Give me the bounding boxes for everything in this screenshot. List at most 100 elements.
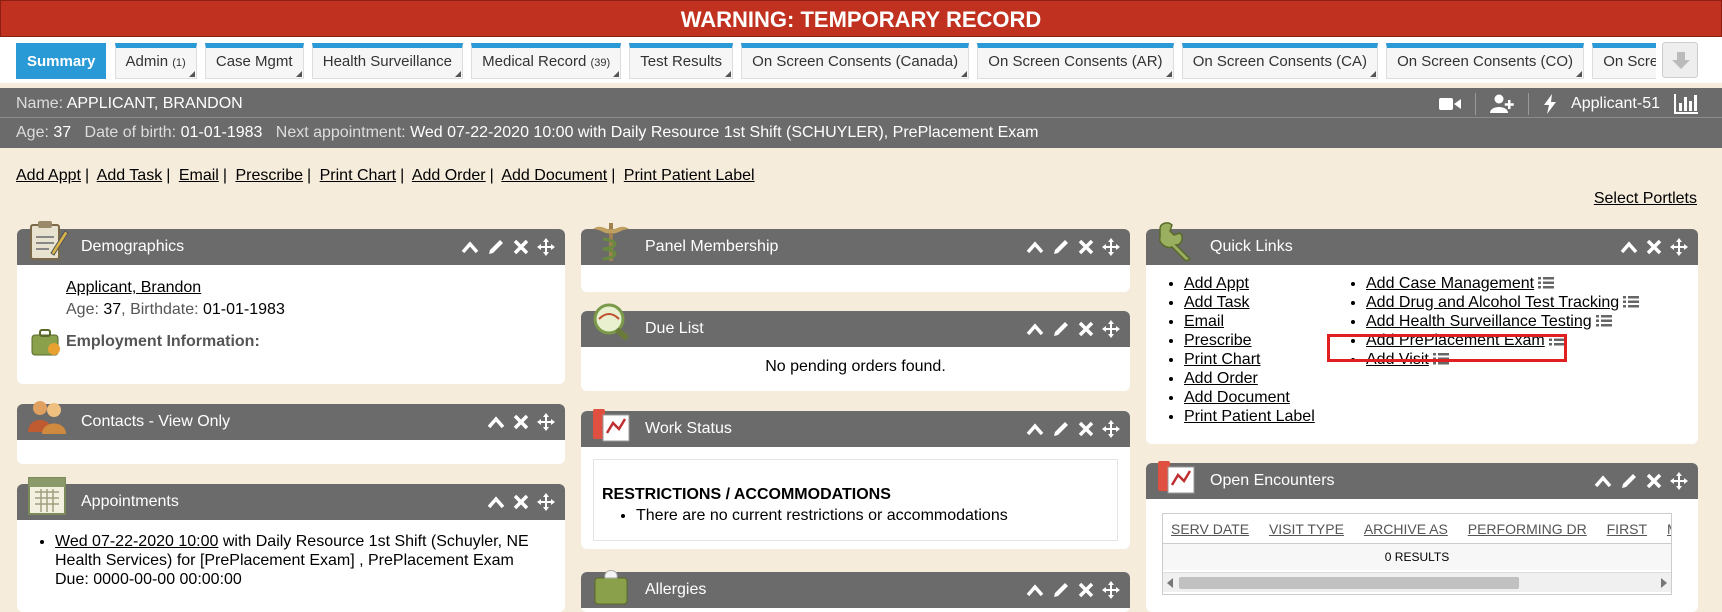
close-icon[interactable]: [1646, 473, 1662, 489]
col-serv-date[interactable]: SERV DATE: [1171, 521, 1249, 537]
close-icon[interactable]: [513, 414, 529, 430]
bar-chart-icon[interactable]: [1674, 94, 1698, 114]
work-status-portlet: Work Status RESTRICTIONS / ACCOMMODATION…: [581, 409, 1130, 549]
portlet-header: Demographics: [17, 221, 565, 265]
video-camera-icon[interactable]: [1439, 96, 1462, 112]
ql-add-case-management[interactable]: Add Case Management: [1366, 275, 1534, 292]
collapse-icon[interactable]: [1026, 583, 1044, 597]
collapse-icon[interactable]: [1620, 240, 1638, 254]
move-icon[interactable]: [1102, 238, 1120, 256]
add-document-link[interactable]: Add Document: [501, 167, 607, 184]
ql-print-patient-label[interactable]: Print Patient Label: [1184, 408, 1315, 425]
collapse-icon[interactable]: [1594, 474, 1612, 488]
col-visit-type[interactable]: VISIT TYPE: [1269, 521, 1344, 537]
ql-add-document[interactable]: Add Document: [1184, 389, 1290, 406]
move-icon[interactable]: [1670, 238, 1688, 256]
move-icon[interactable]: [1102, 581, 1120, 599]
collapse-icon[interactable]: [1026, 240, 1044, 254]
edit-icon[interactable]: [487, 238, 505, 256]
move-icon[interactable]: [537, 413, 555, 431]
ql-prescribe[interactable]: Prescribe: [1184, 332, 1252, 349]
tab-consents-canada[interactable]: On Screen Consents (Canada): [741, 43, 970, 79]
edit-icon[interactable]: [1052, 581, 1070, 599]
tab-label: Summary: [27, 53, 96, 70]
close-icon[interactable]: [513, 239, 529, 255]
scroll-right-icon[interactable]: [1661, 578, 1667, 588]
portlet-tools: [487, 404, 555, 440]
move-icon[interactable]: [537, 493, 555, 511]
tab-medical-record[interactable]: Medical Record (39): [471, 43, 622, 79]
ql-add-appt[interactable]: Add Appt: [1184, 275, 1249, 292]
tab-consents-more[interactable]: On Screen Consen: [1592, 43, 1656, 79]
add-appt-link[interactable]: Add Appt: [16, 167, 81, 184]
tab-case-mgmt[interactable]: Case Mgmt: [204, 43, 304, 79]
tab-test-results[interactable]: Test Results: [629, 43, 733, 79]
edit-icon[interactable]: [1620, 472, 1638, 490]
select-portlets-link[interactable]: Select Portlets: [1594, 190, 1697, 208]
col-first[interactable]: FIRST: [1607, 521, 1647, 537]
col-performing-dr[interactable]: PERFORMING DR: [1468, 521, 1587, 537]
list-icon[interactable]: [1623, 296, 1640, 308]
tab-admin[interactable]: Admin (1): [114, 43, 197, 79]
quick-links-left: Add Appt Add Task Email Prescribe Print …: [1146, 274, 1315, 426]
portlet-tools: [1026, 572, 1120, 608]
tab-consents-ca[interactable]: On Screen Consents (CA): [1181, 43, 1378, 79]
print-patient-label-link[interactable]: Print Patient Label: [624, 167, 755, 184]
patient-name-link[interactable]: Applicant, Brandon: [66, 279, 201, 296]
horizontal-scrollbar[interactable]: [1163, 572, 1671, 592]
add-order-link[interactable]: Add Order: [412, 167, 486, 184]
tab-consents-co[interactable]: On Screen Consents (CO): [1386, 43, 1585, 79]
prescribe-link[interactable]: Prescribe: [235, 167, 303, 184]
ql-add-task[interactable]: Add Task: [1184, 294, 1250, 311]
col-mi[interactable]: MI: [1667, 521, 1671, 537]
ql-print-chart[interactable]: Print Chart: [1184, 351, 1260, 368]
move-icon[interactable]: [537, 238, 555, 256]
close-icon[interactable]: [513, 494, 529, 510]
close-icon[interactable]: [1078, 321, 1094, 337]
ql-add-health-surveillance[interactable]: Add Health Surveillance Testing: [1366, 313, 1592, 330]
close-icon[interactable]: [1078, 421, 1094, 437]
tab-scroll-button[interactable]: [1662, 42, 1698, 78]
portlet-tools: [1026, 411, 1120, 447]
add-task-link[interactable]: Add Task: [97, 167, 163, 184]
collapse-icon[interactable]: [1026, 322, 1044, 336]
scroll-left-icon[interactable]: [1167, 578, 1173, 588]
email-link[interactable]: Email: [179, 167, 219, 184]
move-icon[interactable]: [1102, 420, 1120, 438]
collapse-icon[interactable]: [461, 240, 479, 254]
col-archive-as[interactable]: ARCHIVE AS: [1364, 521, 1448, 537]
tab-label: Medical Record: [482, 53, 587, 70]
add-user-icon[interactable]: [1490, 94, 1514, 114]
print-chart-link[interactable]: Print Chart: [320, 167, 396, 184]
age-label: Age:: [66, 301, 99, 318]
collapse-icon[interactable]: [1026, 422, 1044, 436]
edit-icon[interactable]: [1052, 238, 1070, 256]
edit-icon[interactable]: [1052, 320, 1070, 338]
list-icon[interactable]: [1538, 277, 1555, 289]
edit-icon[interactable]: [1052, 420, 1070, 438]
scroll-thumb[interactable]: [1179, 577, 1519, 589]
lightning-icon[interactable]: [1543, 94, 1557, 114]
close-icon[interactable]: [1646, 239, 1662, 255]
collapse-icon[interactable]: [487, 495, 505, 509]
tab-label: Test Results: [640, 53, 722, 70]
restrictions-list: There are no current restrictions or acc…: [602, 505, 1109, 526]
ql-add-drug-alcohol-test[interactable]: Add Drug and Alcohol Test Tracking: [1366, 294, 1619, 311]
tab-summary[interactable]: Summary: [16, 43, 107, 79]
close-icon[interactable]: [1078, 239, 1094, 255]
move-icon[interactable]: [1102, 320, 1120, 338]
appointment-list: Wed 07-22-2020 10:00 with Daily Resource…: [37, 532, 535, 589]
portlet-title: Contacts - View Only: [81, 413, 231, 430]
portlet-header: Open Encounters: [1146, 461, 1698, 499]
tab-consents-ar[interactable]: On Screen Consents (AR): [977, 43, 1174, 79]
tab-health-surveillance[interactable]: Health Surveillance: [311, 43, 463, 79]
collapse-icon[interactable]: [487, 415, 505, 429]
close-icon[interactable]: [1078, 582, 1094, 598]
ql-add-order[interactable]: Add Order: [1184, 370, 1258, 387]
birthdate-value: 01-01-1983: [203, 301, 285, 318]
caduceus-icon: [593, 223, 629, 261]
appointment-link[interactable]: Wed 07-22-2020 10:00: [55, 533, 218, 550]
list-icon[interactable]: [1595, 315, 1612, 327]
ql-email[interactable]: Email: [1184, 313, 1224, 330]
move-icon[interactable]: [1670, 472, 1688, 490]
